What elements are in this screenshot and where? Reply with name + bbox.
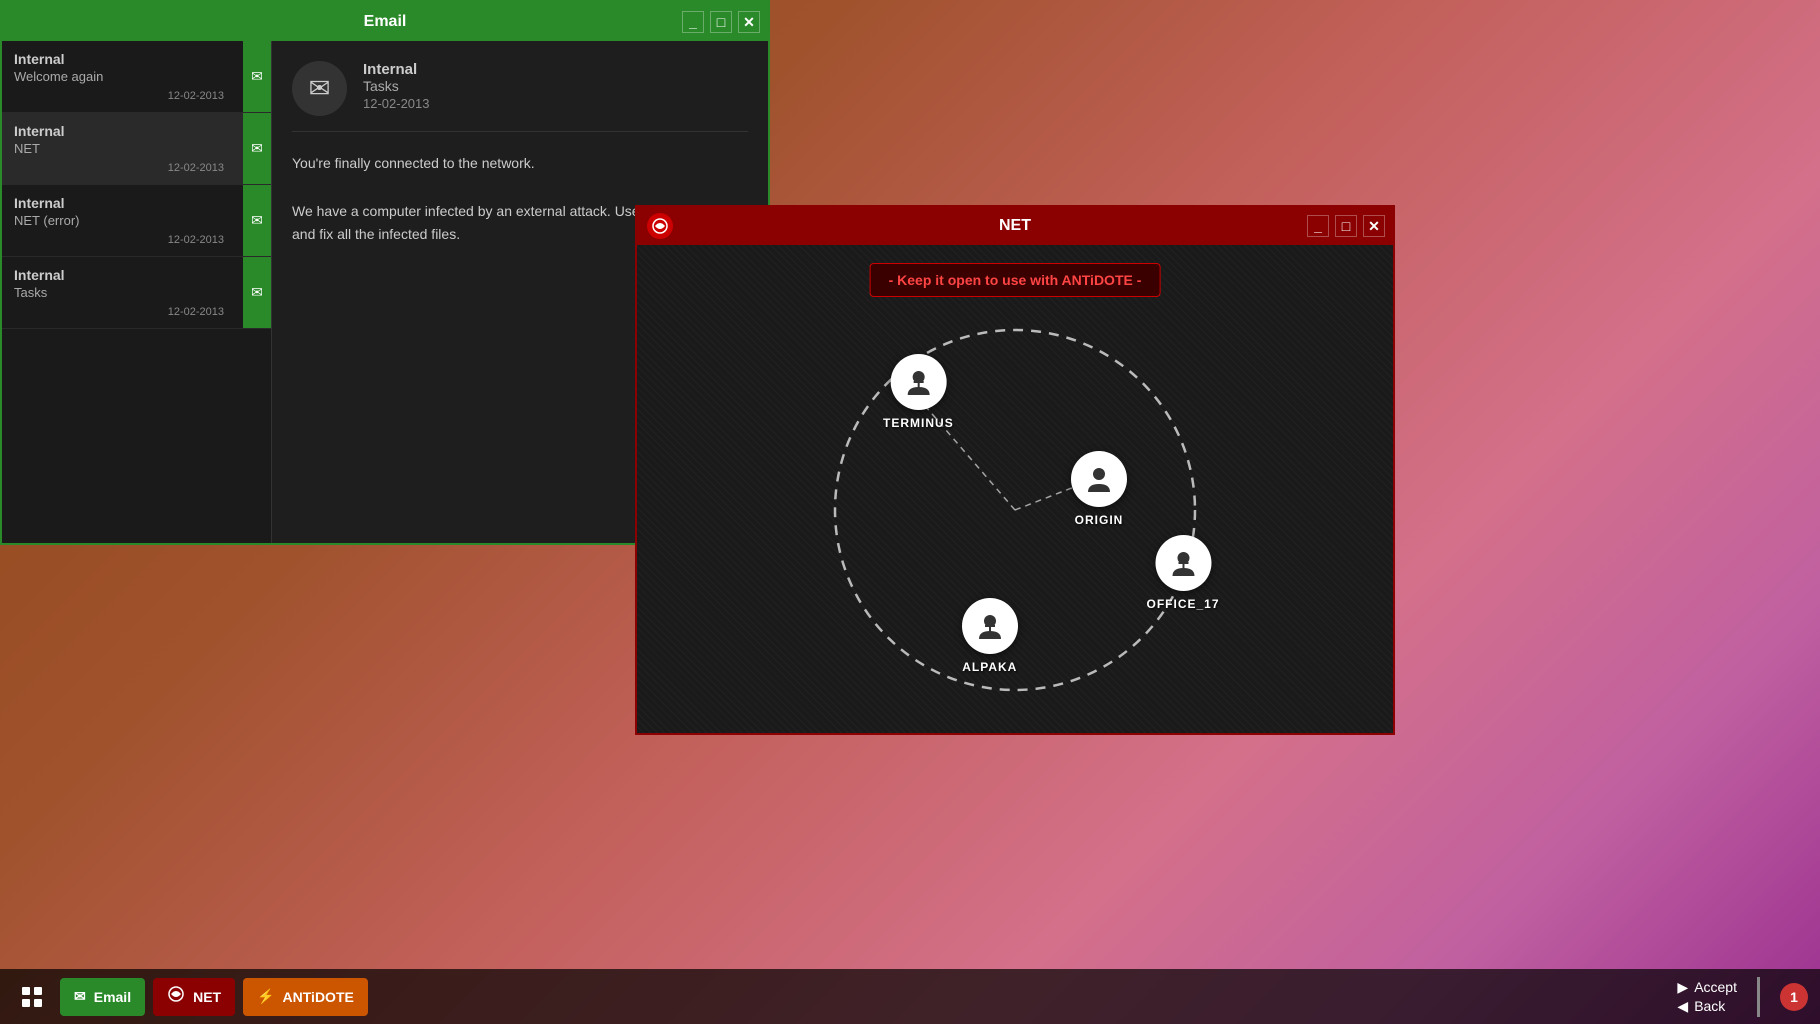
origin-label: ORIGIN bbox=[1075, 513, 1124, 527]
taskbar-controls: ▶ Accept ◀ Back bbox=[1677, 979, 1737, 1015]
terminus-label: TERMINUS bbox=[883, 416, 954, 430]
net-node-origin[interactable]: ORIGIN bbox=[1071, 451, 1127, 527]
email-sender-2: Internal bbox=[14, 195, 259, 211]
net-node-circle-office17 bbox=[1155, 535, 1211, 591]
taskbar-net-button[interactable]: NET bbox=[153, 978, 235, 1016]
mail-icon-1: ✉ bbox=[251, 140, 263, 157]
alpaka-label: ALPAKA bbox=[962, 660, 1017, 674]
taskbar-antidote-label: ANTiDOTE bbox=[283, 989, 354, 1005]
net-node-alpaka[interactable]: ALPAKA bbox=[962, 598, 1018, 674]
email-item-0[interactable]: Internal Welcome again 12-02-2013 ✉ bbox=[2, 41, 271, 113]
email-accent-0: ✉ bbox=[243, 41, 271, 112]
net-logo-icon bbox=[647, 213, 673, 239]
alpaka-icon bbox=[975, 611, 1005, 641]
email-date-2: 12-02-2013 bbox=[14, 234, 259, 246]
email-item-1[interactable]: Internal NET 12-02-2013 ✉ bbox=[2, 113, 271, 185]
net-window: NET _ □ ✕ - Keep it open to use with ANT… bbox=[635, 205, 1395, 735]
net-circle-container: TERMINUS ORIGIN bbox=[805, 300, 1225, 720]
mail-icon-3: ✉ bbox=[251, 284, 263, 301]
accept-label: Accept bbox=[1694, 979, 1737, 995]
office17-label: OFFICE_17 bbox=[1146, 597, 1219, 611]
taskbar-divider bbox=[1757, 977, 1760, 1017]
net-titlebar-controls: _ □ ✕ bbox=[1307, 215, 1385, 237]
email-item-3[interactable]: Internal Tasks 12-02-2013 ✉ bbox=[2, 257, 271, 329]
apps-grid-icon bbox=[21, 986, 43, 1008]
email-item-2[interactable]: Internal NET (error) 12-02-2013 ✉ bbox=[2, 185, 271, 257]
office17-icon bbox=[1168, 548, 1198, 578]
origin-icon bbox=[1084, 464, 1114, 494]
terminus-icon bbox=[903, 367, 933, 397]
taskbar-antidote-button[interactable]: ⚡ ANTiDOTE bbox=[243, 978, 368, 1016]
accept-icon: ▶ bbox=[1677, 979, 1688, 996]
email-sidebar: Internal Welcome again 12-02-2013 ✉ Inte… bbox=[2, 41, 272, 543]
mail-icon-0: ✉ bbox=[251, 68, 263, 85]
mail-icon-2: ✉ bbox=[251, 212, 263, 229]
email-title: Email bbox=[364, 13, 407, 31]
email-open-subject: Tasks bbox=[363, 78, 430, 94]
accept-button[interactable]: ▶ Accept bbox=[1677, 979, 1737, 996]
email-date-0: 12-02-2013 bbox=[14, 90, 259, 102]
taskbar-net-label: NET bbox=[193, 989, 221, 1005]
email-subject-0: Welcome again bbox=[14, 69, 259, 84]
taskbar: ✉ Email NET ⚡ ANTiDOTE ▶ Accept ◀ Back 1 bbox=[0, 969, 1820, 1024]
email-date-3: 12-02-2013 bbox=[14, 306, 259, 318]
notification-badge[interactable]: 1 bbox=[1780, 983, 1808, 1011]
email-body-line1: You're finally connected to the network. bbox=[292, 152, 748, 176]
email-sender-icon: ✉ bbox=[292, 61, 347, 116]
taskbar-net-icon bbox=[167, 985, 185, 1008]
email-subject-2: NET (error) bbox=[14, 213, 259, 228]
email-open-date: 12-02-2013 bbox=[363, 96, 430, 111]
net-node-terminus[interactable]: TERMINUS bbox=[883, 354, 954, 430]
net-banner: - Keep it open to use with ANTiDOTE - bbox=[870, 263, 1161, 297]
maximize-button[interactable]: □ bbox=[710, 11, 732, 33]
taskbar-email-label: Email bbox=[94, 989, 131, 1005]
net-titlebar-left bbox=[647, 213, 673, 239]
minimize-button[interactable]: _ bbox=[682, 11, 704, 33]
email-titlebar: Email _ □ ✕ bbox=[2, 3, 768, 41]
net-node-circle-alpaka bbox=[962, 598, 1018, 654]
back-icon: ◀ bbox=[1677, 998, 1688, 1015]
net-node-circle-terminus bbox=[890, 354, 946, 410]
email-header: ✉ Internal Tasks 12-02-2013 bbox=[292, 61, 748, 132]
email-accent-2: ✉ bbox=[243, 185, 271, 256]
net-node-office17[interactable]: OFFICE_17 bbox=[1146, 535, 1219, 611]
net-body: - Keep it open to use with ANTiDOTE - bbox=[637, 245, 1393, 733]
close-button[interactable]: ✕ bbox=[738, 11, 760, 33]
email-subject-3: Tasks bbox=[14, 285, 259, 300]
back-label: Back bbox=[1694, 998, 1725, 1014]
net-titlebar: NET _ □ ✕ bbox=[637, 207, 1393, 245]
back-button[interactable]: ◀ Back bbox=[1677, 998, 1725, 1015]
taskbar-right: ▶ Accept ◀ Back 1 bbox=[1677, 977, 1808, 1017]
net-close-button[interactable]: ✕ bbox=[1363, 215, 1385, 237]
net-title: NET bbox=[999, 217, 1031, 235]
taskbar-antidote-icon: ⚡ bbox=[257, 988, 274, 1005]
email-titlebar-controls: _ □ ✕ bbox=[682, 11, 760, 33]
email-subject-1: NET bbox=[14, 141, 259, 156]
email-meta: Internal Tasks 12-02-2013 bbox=[363, 61, 430, 111]
taskbar-email-icon: ✉ bbox=[74, 988, 86, 1005]
email-accent-1: ✉ bbox=[243, 113, 271, 184]
net-maximize-button[interactable]: □ bbox=[1335, 215, 1357, 237]
apps-button[interactable] bbox=[12, 977, 52, 1017]
email-sender-3: Internal bbox=[14, 267, 259, 283]
net-minimize-button[interactable]: _ bbox=[1307, 215, 1329, 237]
net-node-circle-origin bbox=[1071, 451, 1127, 507]
email-accent-3: ✉ bbox=[243, 257, 271, 328]
email-date-1: 12-02-2013 bbox=[14, 162, 259, 174]
email-from: Internal bbox=[363, 61, 430, 78]
email-sender-0: Internal bbox=[14, 51, 259, 67]
email-sender-1: Internal bbox=[14, 123, 259, 139]
taskbar-email-button[interactable]: ✉ Email bbox=[60, 978, 145, 1016]
